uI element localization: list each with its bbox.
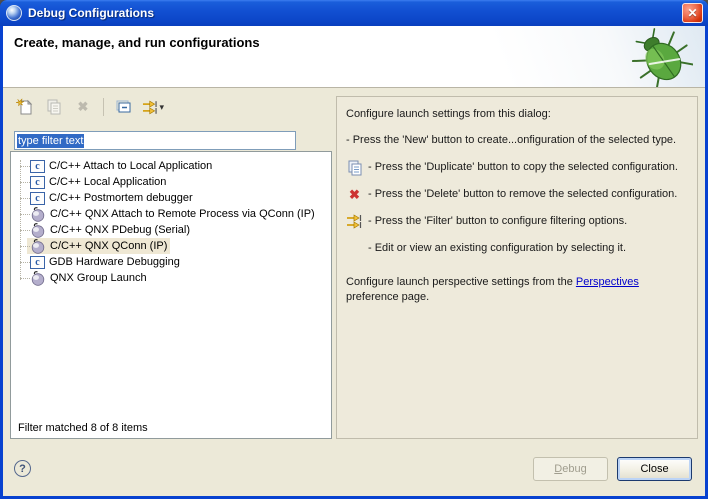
configurations-toolbar: ✖ ▾ [13,94,165,120]
collapse-all-icon [116,100,132,114]
info-bullet-delete: ✖ - Press the 'Delete' button to remove … [346,187,688,203]
c-cpp-config-icon: c [30,192,45,205]
qnx-target-icon [30,270,46,286]
tree-item-attach-local[interactable]: c C/C++ Attach to Local Application [11,158,331,174]
tree-item-qnx-attach-remote[interactable]: C/C++ QNX Attach to Remote Process via Q… [11,206,331,222]
info-bullet-duplicate: - Press the 'Duplicate' button to copy t… [346,160,688,176]
tree-item-gdb-hardware[interactable]: c GDB Hardware Debugging [11,254,331,270]
header-banner: Create, manage, and run configurations [3,26,705,88]
info-bullet-filter: - Press the 'Filter' button to configure… [346,214,688,230]
help-button[interactable]: ? [14,460,31,477]
tree-rows: c C/C++ Attach to Local Application c C/… [11,158,331,286]
info-bullet-new: - Press the 'New' button to create...onf… [346,133,688,149]
qnx-target-icon [30,222,46,238]
qnx-target-icon [30,238,46,254]
help-question-icon: ? [19,463,26,475]
filter-arrows-icon [346,214,363,229]
duplicate-configuration-button[interactable] [42,96,66,118]
collapse-all-button[interactable] [112,96,136,118]
configurations-tree-panel[interactable]: c C/C++ Attach to Local Application c C/… [10,151,332,439]
page-title: Create, manage, and run configurations [14,35,260,50]
duplicate-pages-icon-disabled [46,99,62,115]
dialog-content: Create, manage, and run configurations [3,26,705,496]
delete-configuration-button[interactable]: ✖ [71,96,95,118]
tree-item-qnx-pdebug-serial[interactable]: C/C++ QNX PDebug (Serial) [11,222,331,238]
c-cpp-config-icon: c [30,160,45,173]
c-cpp-config-icon: c [30,256,45,269]
filter-dropdown-arrow-icon: ▾ [159,102,164,113]
delete-x-icon-disabled: ✖ [78,99,89,115]
filter-arrows-icon [142,100,158,115]
filter-options-button[interactable]: ▾ [141,96,165,118]
eclipse-app-icon [6,5,22,21]
titlebar[interactable]: Debug Configurations ✕ [0,0,708,26]
new-document-icon [16,98,34,116]
filter-text-input[interactable]: type filter text [14,131,296,150]
c-cpp-config-icon: c [30,176,45,189]
tree-item-postmortem[interactable]: c C/C++ Postmortem debugger [11,190,331,206]
info-intro-text: Configure launch settings from this dial… [346,108,688,120]
tree-item-qnx-group-launch[interactable]: QNX Group Launch [11,270,331,286]
perspective-settings-text: Configure launch perspective settings fr… [346,275,688,305]
launch-settings-info-panel: Configure launch settings from this dial… [336,96,698,439]
perspectives-link[interactable]: Perspectives [576,276,639,288]
duplicate-pages-icon [346,160,363,176]
debug-configurations-dialog: Debug Configurations ✕ Create, manage, a… [0,0,708,499]
info-bullet-edit: - Edit or view an existing configuration… [346,241,688,257]
delete-x-icon: ✖ [346,187,363,203]
debug-button: Debug [533,457,608,481]
debug-beetle-image [631,27,693,87]
qnx-target-icon [30,206,46,222]
filter-input-selected-text: type filter text [17,134,84,148]
tree-item-local-application[interactable]: c C/C++ Local Application [11,174,331,190]
window-title: Debug Configurations [28,6,154,20]
close-window-button[interactable]: ✕ [682,3,703,23]
filter-match-status: Filter matched 8 of 8 items [18,422,148,434]
close-button[interactable]: Close [617,457,692,481]
tree-item-qnx-qconn-ip[interactable]: C/C++ QNX QConn (IP) [11,238,331,254]
new-configuration-button[interactable] [13,96,37,118]
toolbar-separator [103,98,104,116]
